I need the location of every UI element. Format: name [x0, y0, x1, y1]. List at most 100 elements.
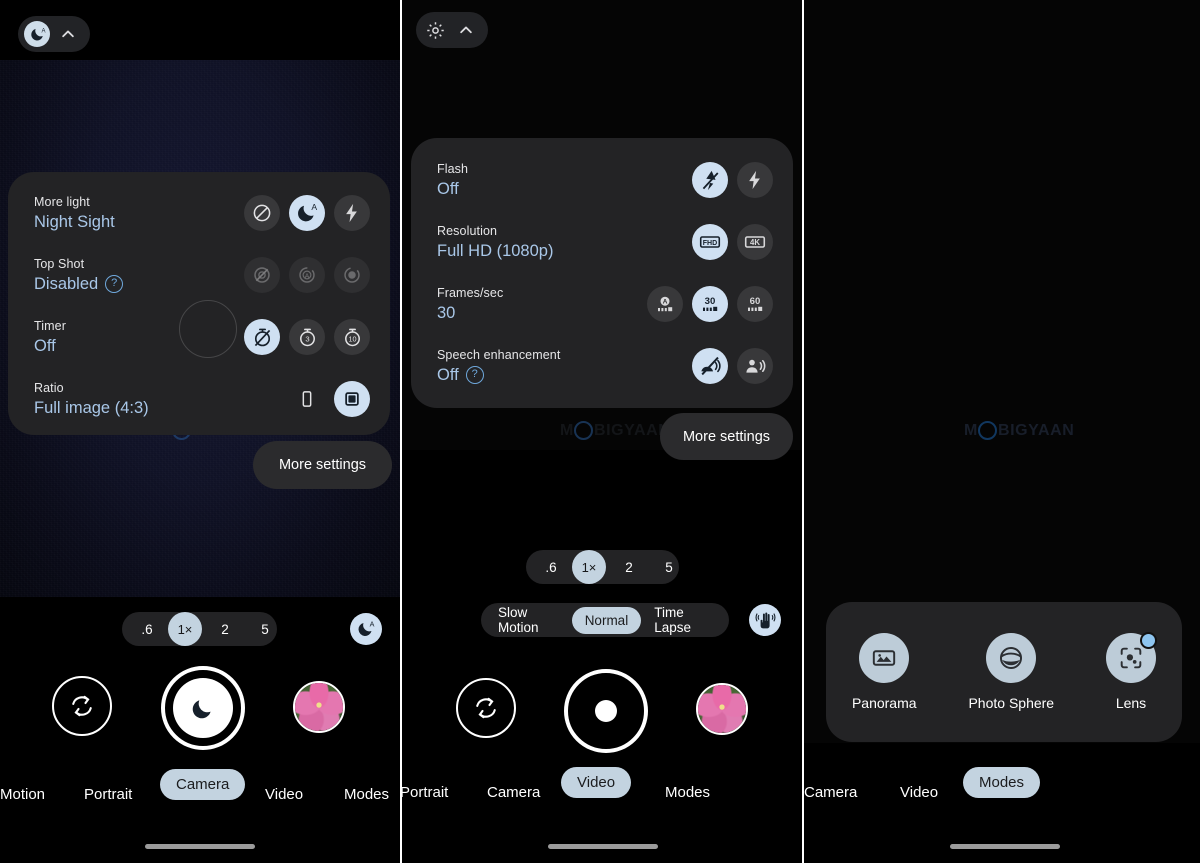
svg-text:3: 3	[305, 334, 309, 343]
svg-text:4K: 4K	[750, 238, 760, 247]
video-mode-bar[interactable]: Slow Motion Normal Time Lapse	[481, 603, 729, 637]
mode-modes[interactable]: Modes	[344, 786, 389, 803]
more-settings-button-photo[interactable]: More settings	[253, 441, 392, 489]
video-mode-normal[interactable]: Normal	[571, 606, 642, 634]
option-top-shot-on-icon[interactable]	[334, 257, 370, 293]
shutter-button-photo[interactable]	[161, 666, 245, 750]
option-top-shot-auto-icon[interactable]: A	[289, 257, 325, 293]
option-fps-60-icon[interactable]: 60	[737, 286, 773, 322]
option-ratio-4-3-icon[interactable]	[334, 381, 370, 417]
bottom-controls-video: .6 1× 2 5 Slow Motion Normal Time Lapse	[402, 450, 802, 863]
phone-screen-video-mode: Flash Off Resolution Full HD (1080p) FHD…	[400, 0, 804, 863]
help-icon[interactable]: ?	[465, 365, 484, 384]
phone-screen-photo-mode: A More light Night Sight A Top Shot Disa…	[0, 0, 400, 863]
option-flash-off-block-icon[interactable]	[244, 195, 280, 231]
record-button-video[interactable]	[564, 669, 648, 753]
svg-text:30: 30	[705, 296, 716, 307]
svg-text:A: A	[311, 202, 317, 212]
zoom-chip-3[interactable]: 5	[248, 612, 282, 646]
zoom-chip-0[interactable]: .6	[534, 550, 568, 584]
camera-flip-button-photo[interactable]	[52, 676, 112, 736]
bottom-controls-photo: .6 1× 2 5 A Motion Portrait Camera Video…	[0, 597, 400, 863]
option-speech-off-icon[interactable]	[692, 348, 728, 384]
setting-label: Speech enhancement	[437, 347, 561, 362]
setting-value: Off	[437, 179, 459, 198]
mode-item-panorama[interactable]: Panorama	[852, 633, 917, 711]
gallery-thumbnail-photo[interactable]	[293, 681, 345, 733]
option-timer-off-icon[interactable]	[244, 319, 280, 355]
option-timer-10s-icon[interactable]: 10	[334, 319, 370, 355]
gallery-thumbnail-video[interactable]	[696, 683, 748, 735]
zoom-chip-1[interactable]: 1×	[168, 612, 202, 646]
record-dot-icon	[595, 700, 617, 722]
mode-camera[interactable]: Camera	[804, 784, 857, 801]
video-mode-time-lapse[interactable]: Time Lapse	[641, 605, 725, 635]
mode-camera[interactable]: Camera	[160, 769, 246, 800]
option-speech-on-icon[interactable]	[737, 348, 773, 384]
mode-camera[interactable]: Camera	[487, 784, 540, 801]
zoom-chip-3[interactable]: 5	[652, 550, 686, 584]
option-fps-30-icon[interactable]: 30	[692, 286, 728, 322]
mode-motion[interactable]: Motion	[0, 786, 45, 803]
chevron-up-icon[interactable]	[56, 22, 80, 46]
option-flash-on-icon[interactable]	[334, 195, 370, 231]
mode-modes[interactable]: Modes	[665, 784, 710, 801]
option-flash-on-icon[interactable]	[737, 162, 773, 198]
option-flash-off-icon[interactable]	[692, 162, 728, 198]
setting-value: 30	[437, 303, 456, 322]
stabilization-badge[interactable]	[749, 604, 781, 636]
option-fps-auto-icon[interactable]: A	[647, 286, 683, 322]
home-indicator[interactable]	[950, 844, 1060, 849]
lens-new-dot	[1140, 632, 1158, 649]
shutter-inner	[576, 681, 636, 741]
zoom-chip-1[interactable]: 1×	[572, 550, 606, 584]
video-mode-slow-motion[interactable]: Slow Motion	[485, 605, 572, 635]
google-lens-icon[interactable]	[1106, 632, 1158, 683]
setting-row-resolution: Resolution Full HD (1080p) FHD 4K	[411, 211, 793, 273]
mode-portrait[interactable]: Portrait	[402, 784, 448, 801]
mode-strip-modes: Camera Video Modes	[804, 767, 1200, 809]
setting-row-flash: Flash Off	[411, 149, 793, 211]
setting-row-ratio: Ratio Full image (4:3)	[8, 368, 390, 430]
panorama-icon[interactable]	[859, 633, 910, 683]
mode-video[interactable]: Video	[265, 786, 303, 803]
camera-flip-button-video[interactable]	[456, 678, 516, 738]
gear-icon[interactable]	[422, 17, 448, 43]
home-indicator[interactable]	[548, 844, 658, 849]
zoom-chip-2[interactable]: 2	[612, 550, 646, 584]
setting-label: Frames/sec	[437, 285, 504, 300]
option-4k-icon[interactable]: 4K	[737, 224, 773, 260]
phone-screen-modes: M BIGYAAN Panorama Photo Sphere Lens Cam…	[804, 0, 1200, 863]
night-sight-badge-photo[interactable]: A	[350, 613, 382, 645]
zoom-bar-photo[interactable]: .6 1× 2 5	[122, 612, 277, 646]
mode-portrait[interactable]: Portrait	[84, 786, 132, 803]
option-fhd-icon[interactable]: FHD	[692, 224, 728, 260]
mode-strip-video: Portrait Camera Video Modes	[402, 767, 802, 809]
mode-video[interactable]: Video	[900, 784, 938, 801]
chevron-up-icon[interactable]	[454, 18, 478, 42]
setting-value: Full image (4:3)	[34, 398, 149, 417]
mode-item-photo-sphere[interactable]: Photo Sphere	[968, 633, 1054, 711]
mode-modes[interactable]: Modes	[963, 767, 1041, 798]
photo-sphere-icon[interactable]	[986, 633, 1037, 683]
option-top-shot-off-icon[interactable]	[244, 257, 280, 293]
screenshot-root: A More light Night Sight A Top Shot Disa…	[0, 0, 1200, 863]
setting-label: Timer	[34, 318, 66, 333]
option-timer-3s-icon[interactable]: 3	[289, 319, 325, 355]
help-icon[interactable]: ?	[105, 274, 124, 293]
top-status-pill-photo[interactable]: A	[18, 16, 90, 52]
thumbnail-image	[698, 685, 746, 733]
night-sight-auto-icon[interactable]: A	[24, 21, 50, 47]
zoom-chip-0[interactable]: .6	[130, 612, 164, 646]
option-ratio-9-16-icon[interactable]	[289, 381, 325, 417]
mode-item-label: Photo Sphere	[968, 695, 1055, 711]
option-night-sight-auto-icon[interactable]: A	[289, 195, 325, 231]
svg-text:A: A	[370, 621, 375, 629]
more-settings-button-video[interactable]: More settings	[660, 413, 793, 460]
mode-item-lens[interactable]: Lens	[1106, 632, 1158, 711]
top-status-pill-video[interactable]	[416, 12, 488, 48]
zoom-bar-video[interactable]: .6 1× 2 5	[526, 550, 679, 584]
zoom-chip-2[interactable]: 2	[208, 612, 242, 646]
mode-video[interactable]: Video	[561, 767, 632, 798]
home-indicator[interactable]	[145, 844, 255, 849]
